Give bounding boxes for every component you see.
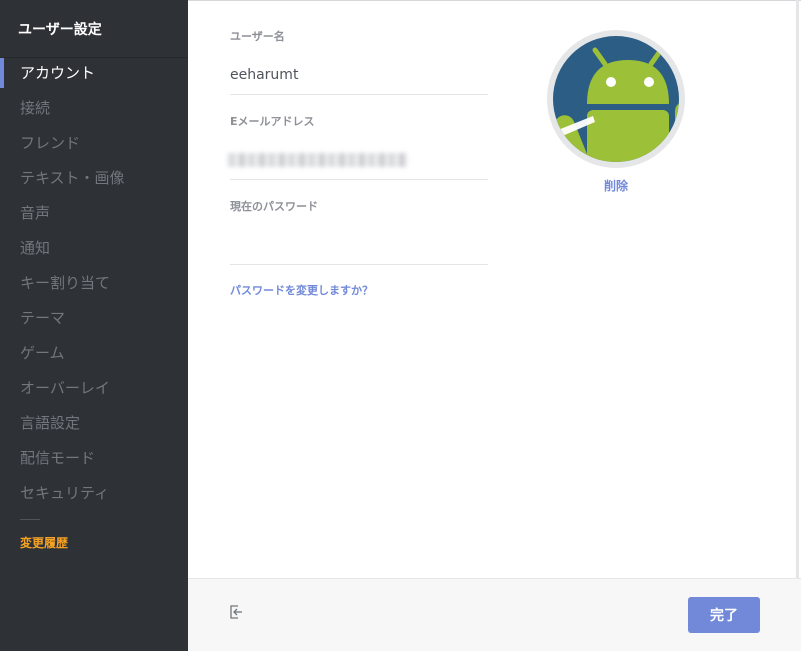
done-button[interactable]: 完了 — [688, 597, 760, 633]
sidebar-item-notifications[interactable]: 通知 — [0, 232, 188, 264]
sidebar-item-overlay[interactable]: オーバーレイ — [0, 372, 188, 404]
android-avatar-icon — [553, 36, 679, 162]
password-field[interactable] — [230, 225, 488, 255]
email-label: Eメールアドレス — [230, 115, 315, 128]
sidebar-item-keybinds[interactable]: キー割り当て — [0, 267, 188, 299]
changelog-link[interactable]: 変更履歴 — [20, 534, 68, 551]
username-label: ユーザー名 — [230, 30, 285, 43]
sidebar-separator — [20, 519, 40, 520]
sidebar-title: ユーザー設定 — [18, 22, 102, 38]
sidebar-item-friends[interactable]: フレンド — [0, 127, 188, 159]
avatar-upload[interactable] — [547, 30, 685, 168]
email-underline — [230, 179, 488, 180]
sidebar-item-connections[interactable]: 接続 — [0, 92, 188, 124]
scrollbar-track[interactable] — [796, 0, 799, 578]
sidebar-item-account[interactable]: アカウント — [0, 57, 188, 89]
password-underline — [230, 264, 488, 265]
content-top-border — [188, 0, 801, 1]
sidebar-item-text-images[interactable]: テキスト・画像 — [0, 162, 188, 194]
sidebar-item-voice[interactable]: 音声 — [0, 197, 188, 229]
logout-icon[interactable] — [228, 604, 244, 620]
password-label: 現在のパスワード — [230, 200, 318, 213]
sidebar-item-streamer-mode[interactable]: 配信モード — [0, 442, 188, 474]
sidebar-item-security[interactable]: セキュリティ — [0, 477, 188, 509]
settings-sidebar: ユーザー設定 アカウント 接続 フレンド テキスト・画像 音声 通知 キー割り当… — [0, 0, 188, 651]
sidebar-item-language[interactable]: 言語設定 — [0, 407, 188, 439]
username-underline — [230, 94, 488, 95]
sidebar-item-theme[interactable]: テーマ — [0, 302, 188, 334]
sidebar-item-games[interactable]: ゲーム — [0, 337, 188, 369]
change-password-link[interactable]: パスワードを変更しますか？ — [230, 282, 373, 298]
email-field[interactable] — [228, 153, 408, 167]
username-field[interactable]: eeharumt — [230, 67, 298, 83]
account-panel — [188, 0, 801, 651]
remove-avatar-link[interactable]: 削除 — [604, 177, 628, 194]
